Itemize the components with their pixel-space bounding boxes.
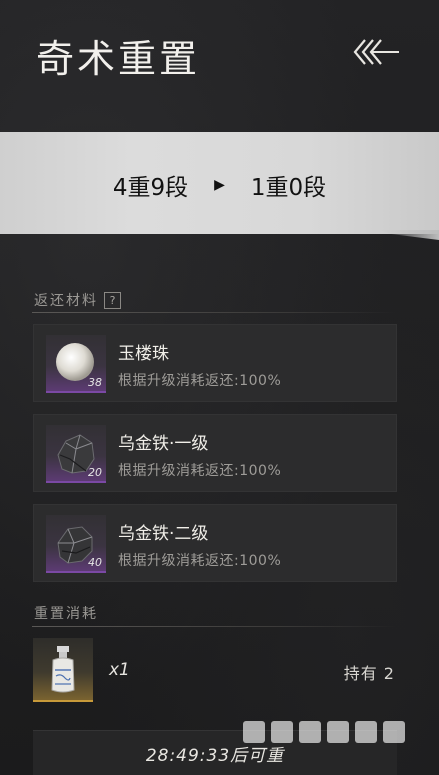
material-card[interactable]: 40 乌金铁·二级 根据升级消耗返还:100% [33,504,397,582]
level-from: 4重9段 [112,175,189,201]
material-card[interactable]: 38 玉楼珠 根据升级消耗返还:100% [33,324,397,402]
watermark-logo [243,721,405,743]
item-slot: 20 [46,425,106,483]
item-desc: 根据升级消耗返还:100% [118,553,282,569]
materials-section-label: 返还材料? [34,290,121,310]
item-name: 玉楼珠 [118,344,169,364]
cost-quantity: x1 [109,660,130,680]
held-count: 持有 2 [343,664,395,683]
level-to: 1重0段 [250,175,327,201]
help-icon[interactable]: ? [104,292,121,309]
item-count: 38 [88,376,102,389]
item-slot: 38 [46,335,106,393]
cost-section-label: 重置消耗 [34,606,98,622]
divider [32,626,396,627]
back-arrow-icon [353,39,399,65]
item-count: 40 [88,556,102,569]
potion-bottle-icon [51,646,75,693]
item-slot: 40 [46,515,106,573]
material-card[interactable]: 20 乌金铁·一级 根据升级消耗返还:100% [33,414,397,492]
reset-cost-row: x1 持有 2 [33,638,397,702]
level-change-banner: 4重9段 ▶ 1重0段 [0,132,439,234]
back-button[interactable] [351,36,401,68]
item-slot[interactable] [33,638,93,702]
page-title: 奇术重置 [36,37,201,81]
item-name: 乌金铁·一级 [118,434,209,454]
header: 奇术重置 [0,0,439,120]
item-name: 乌金铁·二级 [118,524,209,544]
item-desc: 根据升级消耗返还:100% [118,373,282,389]
item-count: 20 [88,466,102,479]
item-desc: 根据升级消耗返还:100% [118,463,282,479]
materials-label-text: 返还材料 [34,293,98,309]
play-arrow-icon: ▶ [214,177,225,193]
divider [32,312,396,313]
